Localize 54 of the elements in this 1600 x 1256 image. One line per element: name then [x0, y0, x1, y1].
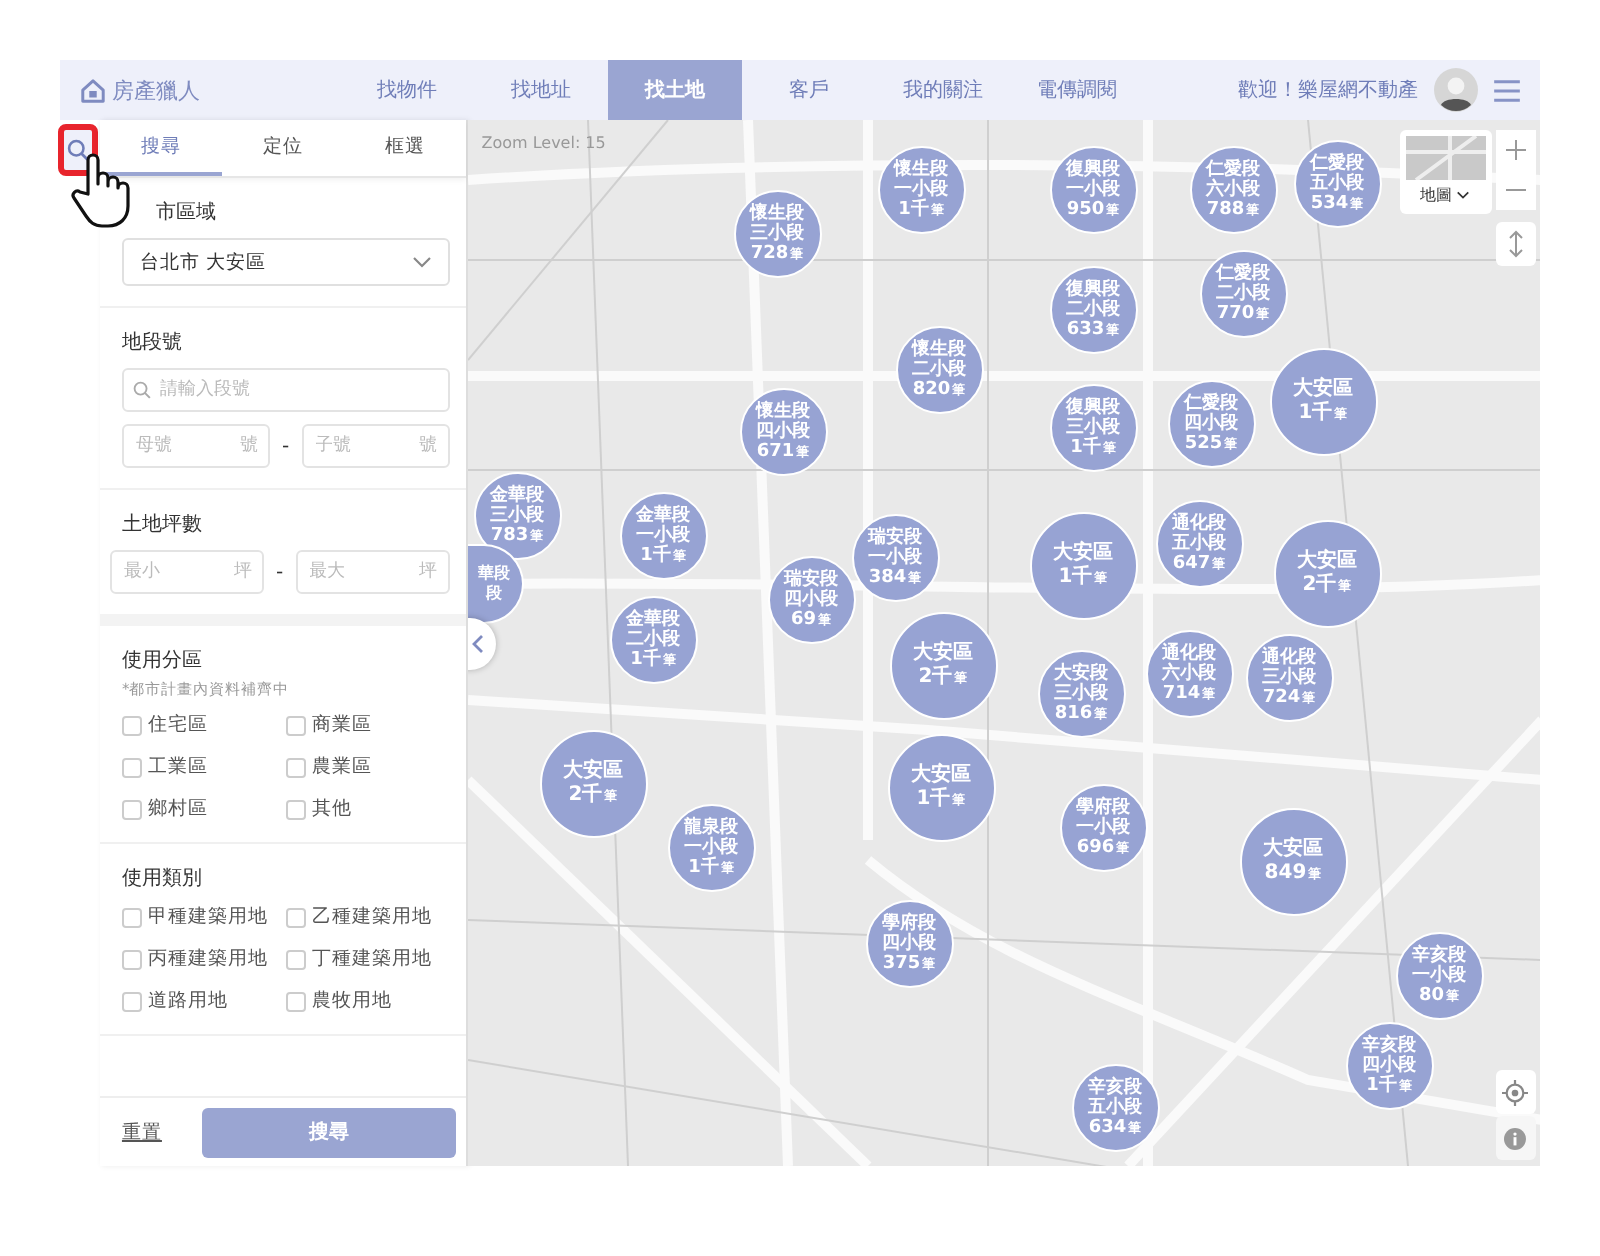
- nav-tab[interactable]: 找地址: [474, 60, 608, 120]
- unit-label: 坪: [419, 562, 438, 582]
- nav-tab[interactable]: 我的關注: [876, 60, 1010, 120]
- category-checkbox[interactable]: 道路用地: [121, 988, 286, 1014]
- section-label: 市區域: [153, 199, 218, 226]
- nav-tab[interactable]: 找土地: [608, 60, 742, 120]
- zoom-level-label: Zoom Level: 15: [481, 134, 606, 152]
- section-label: 土地坪數: [119, 511, 204, 538]
- chevron-down-icon: [411, 256, 432, 268]
- plus-icon: [1505, 140, 1526, 160]
- avatar-icon[interactable]: [1434, 68, 1478, 112]
- map-type-dropdown[interactable]: 地圖: [1420, 184, 1471, 206]
- search-submit-button[interactable]: 搜尋: [201, 1107, 456, 1157]
- nav-tab[interactable]: 找物件: [340, 60, 474, 120]
- nav-tab[interactable]: 電傳調閱: [1010, 60, 1144, 120]
- category-checkbox[interactable]: 農牧用地: [285, 988, 450, 1014]
- zoning-checkbox[interactable]: 農業區: [285, 754, 450, 780]
- category-checkbox[interactable]: 丁種建築用地: [285, 946, 450, 972]
- unit-label: 號: [240, 436, 259, 456]
- welcome-text: 歡迎！樂屋網不動產: [1238, 77, 1418, 104]
- locate-button[interactable]: [1495, 1070, 1536, 1114]
- map-thumbnail[interactable]: [1405, 136, 1486, 180]
- nav-tab[interactable]: 客戶: [742, 60, 876, 120]
- unit-label: 號: [419, 436, 438, 456]
- zoning-checkbox[interactable]: 鄉村區: [121, 796, 286, 822]
- info-button[interactable]: [1495, 1116, 1536, 1160]
- section-label: 地段號: [119, 329, 184, 356]
- range-separator: -: [276, 561, 284, 583]
- range-separator: -: [282, 435, 290, 457]
- zoning-checkbox[interactable]: 工業區: [121, 754, 286, 780]
- category-checkbox[interactable]: 丙種建築用地: [121, 946, 286, 972]
- menu-icon[interactable]: [1494, 79, 1520, 101]
- section-label: 使用分區: [119, 648, 204, 674]
- lot-search-field[interactable]: 請輸入段號: [121, 368, 450, 412]
- category-checkbox[interactable]: 甲種建築用地: [121, 904, 286, 930]
- zoning-checkbox[interactable]: 其他: [285, 796, 450, 822]
- panel-tab[interactable]: 定位: [221, 120, 344, 176]
- info-icon: [1504, 1127, 1527, 1149]
- vertical-arrows-icon: [1507, 230, 1524, 258]
- chevron-left-icon: [471, 634, 484, 654]
- panel-tab[interactable]: 搜尋: [99, 120, 222, 176]
- reset-link[interactable]: 重置: [121, 1119, 162, 1145]
- locate-icon: [1502, 1079, 1529, 1105]
- district-select[interactable]: 台北市 大安區: [121, 238, 450, 286]
- app-logo-text: 房產獵人: [112, 75, 200, 105]
- unit-label: 坪: [234, 562, 253, 582]
- category-checkbox[interactable]: 乙種建築用地: [285, 904, 450, 930]
- search-icon: [66, 138, 90, 162]
- section-label: 使用類別: [119, 865, 204, 892]
- zoning-checkbox[interactable]: 住宅區: [121, 712, 286, 738]
- chevron-down-icon: [1456, 190, 1471, 200]
- vertical-arrows-button[interactable]: [1495, 222, 1536, 266]
- zoning-checkbox[interactable]: 商業區: [285, 712, 450, 738]
- panel-tab[interactable]: 框選: [343, 120, 466, 176]
